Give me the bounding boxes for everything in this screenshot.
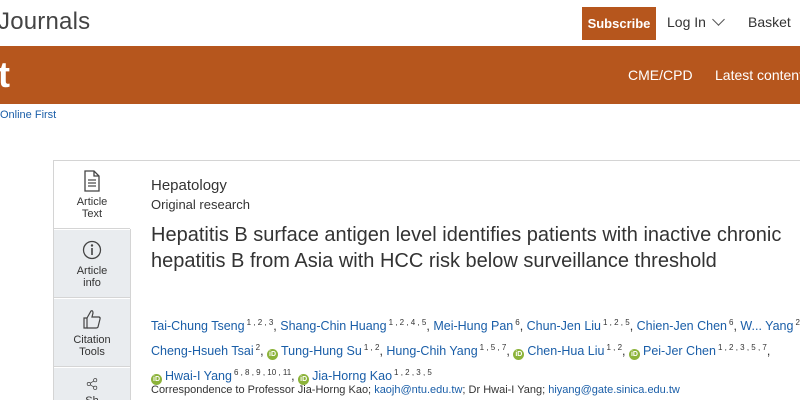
tab-article-text[interactable]: Article Text [54,161,130,229]
journal-banner: t CME/CPD Latest content [0,46,800,104]
info-icon [82,240,102,260]
tab-share[interactable]: Sh [54,368,130,400]
article-header: Hepatology Original research Hepatitis B… [151,176,800,274]
author-link[interactable]: Chun-Jen Liu 1 , 2 , 5 [527,318,630,333]
basket-link[interactable]: Basket [748,14,791,30]
tab-citation-tools[interactable]: Citation Tools [54,299,130,367]
article-title: Hepatitis B surface antigen level identi… [151,224,782,272]
article-type: Original research [151,197,250,212]
author-link[interactable]: Shang-Chin Huang 1 , 2 , 4 , 5 [280,318,426,333]
author-link[interactable]: iD Jia-Horng Kao 1 , 2 , 3 , 5 [298,368,432,386]
author-link[interactable]: W... Yang 2 [740,318,800,333]
journal-logo-fragment[interactable]: t [0,54,10,96]
correspondence-line: Correspondence to Professor Jia-Horng Ka… [151,384,680,396]
share-icon [86,378,98,390]
document-icon [84,170,100,192]
tab-label: Citation Tools [73,334,111,358]
orcid-icon[interactable]: iD [628,349,640,361]
article-side-tabs: Article Text Article info Citation Tools… [54,161,130,400]
orcid-icon[interactable]: iD [267,349,279,361]
top-bar: Journals Subscribe Log In Basket [0,0,800,46]
tab-label: Article Text [76,196,108,220]
nav-cme-cpd[interactable]: CME/CPD [628,67,693,83]
author-link[interactable]: Hung-Chih Yang 1 , 5 , 7 [386,343,506,358]
thumbs-up-icon [83,310,101,329]
login-menu[interactable]: Log In [667,13,725,30]
author-link[interactable]: Chien-Jen Chen 6 [637,318,734,333]
orcid-icon[interactable]: iD [513,349,525,361]
tabs-divider [130,229,131,400]
author-link[interactable]: iD Chen-Hua Liu 1 , 2 [513,343,622,361]
author-link[interactable]: Cheng-Hsueh Tsai 2 [151,343,260,358]
correspondence-middle: ; Dr Hwai-I Yang; [462,384,546,396]
correspondence-prefix: Correspondence to Professor Jia-Horng Ka… [151,384,372,396]
author-link[interactable]: iD Pei-Jer Chen 1 , 2 , 3 , 5 , 7 [628,343,767,361]
login-label: Log In [667,14,706,30]
author-list: Tai-Chung Tseng 1 , 2 , 3, Shang-Chin Hua… [151,318,800,386]
chevron-down-icon [712,13,725,26]
tab-label: Article info [76,265,108,289]
author-link[interactable]: Mei-Hung Pan 6 [433,318,519,333]
author-link[interactable]: iD Tung-Hung Su 1 , 2 [267,343,379,361]
author-link[interactable]: Tai-Chung Tseng 1 , 2 , 3 [151,318,273,333]
nav-latest-content[interactable]: Latest content [715,67,800,83]
email-link[interactable]: kaojh@ntu.edu.tw [374,384,462,396]
author-link[interactable]: iD Hwai-I Yang 6 , 8 , 9 , 10 , 11 [151,368,291,386]
email-link[interactable]: hiyang@gate.sinica.edu.tw [548,384,680,396]
subscribe-button[interactable]: Subscribe [582,7,656,40]
breadcrumb-online-first[interactable]: Online First [0,109,56,121]
tab-label: Sh [85,395,98,400]
article-subject[interactable]: Hepatology [151,176,800,196]
tab-article-info[interactable]: Article info [54,230,130,298]
journals-brand[interactable]: Journals [0,8,90,36]
